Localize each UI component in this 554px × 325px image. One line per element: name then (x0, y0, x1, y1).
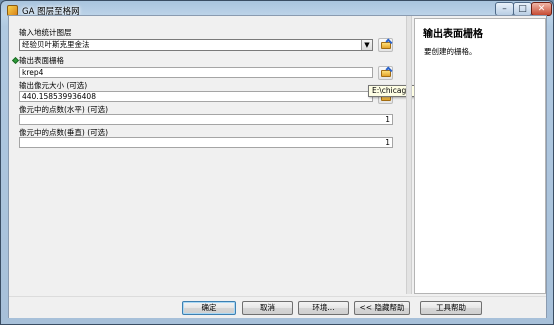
parameters-pane: 输入地统计图层 经验贝叶斯克里金法 ▼ 输出表面栅格 krep4 输出像元大小 … (9, 16, 415, 294)
help-panel: 输出表面栅格 要创建的栅格。 (414, 18, 546, 294)
hide-help-button[interactable]: << 隐藏帮助 (354, 301, 410, 315)
pane-splitter[interactable] (406, 16, 412, 294)
input-layer-value: 经验贝叶斯克里金法 (22, 40, 90, 49)
ok-button[interactable]: 确定 (182, 301, 236, 315)
output-raster-label: 输出表面栅格 (19, 56, 64, 65)
input-layer-combo[interactable]: 经验贝叶斯克里金法 ▼ (19, 39, 373, 51)
help-title: 输出表面栅格 (423, 29, 483, 40)
minimize-button[interactable]: – (495, 2, 514, 16)
points-x-field[interactable]: 1 (19, 114, 393, 125)
browse-output-raster-button[interactable] (378, 66, 393, 80)
cell-size-label: 输出像元大小 (可选) (19, 81, 88, 90)
cell-size-field[interactable]: 440.158539936408 (19, 91, 373, 102)
help-text: 要创建的栅格。 (424, 47, 477, 56)
input-layer-label: 输入地统计图层 (19, 28, 72, 37)
dialog-window: GA 图层至格网 – □ ✕ 输入地统计图层 经验贝叶斯克里金法 ▼ 输出表面栅… (0, 0, 554, 325)
required-marker-icon (11, 56, 20, 65)
tool-help-button[interactable]: 工具帮助 (420, 301, 482, 315)
cancel-button[interactable]: 取消 (242, 301, 293, 315)
close-button[interactable]: ✕ (531, 2, 552, 16)
environments-button[interactable]: 环境... (298, 301, 349, 315)
output-raster-field[interactable]: krep4 (19, 67, 373, 78)
maximize-button[interactable]: □ (513, 2, 532, 16)
dialog-client-area: 输入地统计图层 经验贝叶斯克里金法 ▼ 输出表面栅格 krep4 输出像元大小 … (8, 15, 547, 318)
browse-input-layer-button[interactable] (378, 38, 393, 52)
button-bar: 确定 取消 环境... << 隐藏帮助 工具帮助 (9, 296, 546, 318)
chevron-down-icon[interactable]: ▼ (361, 40, 372, 50)
points-y-field[interactable]: 1 (19, 137, 393, 148)
